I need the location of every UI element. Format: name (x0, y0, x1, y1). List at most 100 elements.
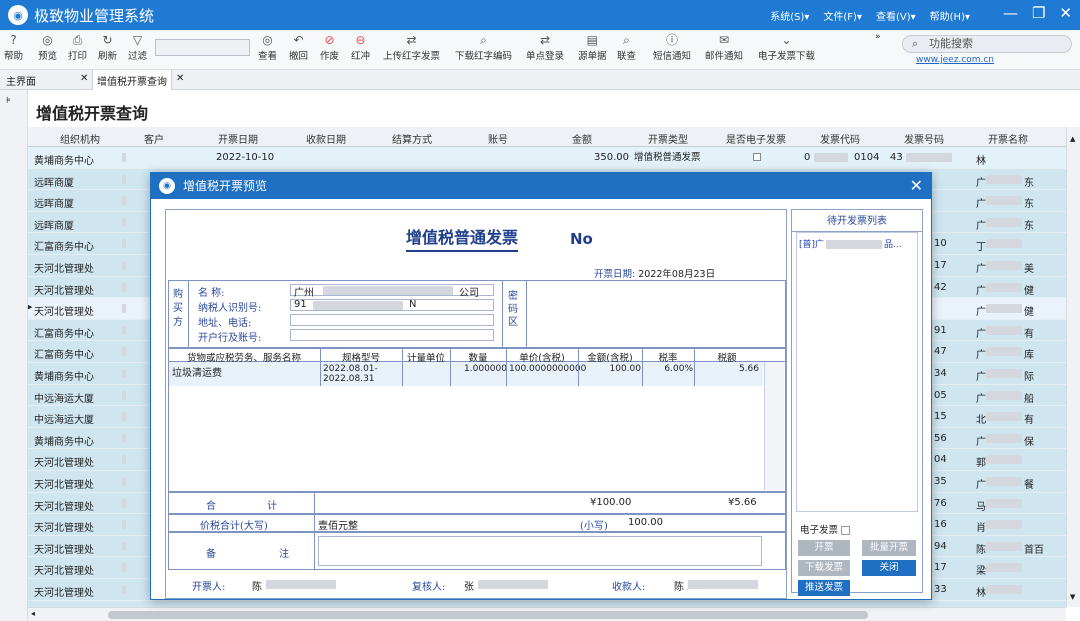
download-red-code-button[interactable]: ⌕ 下载红字编码 (455, 33, 512, 62)
item-name: 垃圾清运费 (172, 368, 222, 379)
scroll-thumb[interactable] (108, 611, 868, 619)
cell-invoice-number: 42 (934, 281, 947, 293)
e-invoice-download-button[interactable]: ⌄ 电子发票下载 (758, 33, 815, 62)
menu-view[interactable]: 查看(V)▾ (876, 8, 916, 23)
open-invoice-button[interactable]: 开票 (798, 540, 850, 556)
col-receipt-date[interactable]: 收款日期 (296, 131, 356, 146)
undo-icon: ↶ (293, 33, 304, 47)
tab-close-icon[interactable]: ✕ (80, 73, 88, 84)
chevron-down-icon: ⌄ (781, 33, 792, 47)
cell-name-suffix: 船 (1024, 393, 1034, 405)
table-row[interactable]: 黄埔商务中心 2022-10-10 350.00 增值税普通发票 0 0104 43 林 (28, 147, 1066, 169)
preview-button[interactable]: ◎ 预览 (38, 33, 57, 62)
menu-help[interactable]: 帮助(H)▾ (930, 8, 970, 23)
remark-label: 备 注 (206, 549, 320, 560)
pending-list: [普]广 品... (796, 232, 918, 512)
minimize-icon[interactable]: — (1003, 4, 1018, 22)
close-icon[interactable]: ✕ (910, 173, 923, 199)
col-invoice-date[interactable]: 开票日期 (208, 131, 268, 146)
withdraw-button[interactable]: ↶ 撤回 (289, 33, 308, 62)
col-settlement[interactable]: 结算方式 (382, 131, 442, 146)
overflow-icon[interactable]: » (875, 32, 881, 42)
quick-search-input[interactable] (155, 39, 250, 56)
col-amount[interactable]: 金额 (552, 131, 612, 146)
redacted (122, 433, 126, 443)
view-button[interactable]: ◎ 查看 (258, 33, 277, 62)
item-row[interactable]: 垃圾清运费 2022.08.01-2022.08.31 1.000000 100… (169, 362, 763, 386)
cell-name-prefix: 陈 (976, 544, 986, 556)
filter-button[interactable]: ▽ 过滤 (128, 33, 147, 62)
website-link[interactable]: www.jeez.com.cn (916, 55, 994, 65)
help-button[interactable]: ? 帮助 (4, 33, 23, 62)
redacted (986, 304, 1022, 314)
redacted (478, 580, 548, 589)
tab-vat-query[interactable]: 增值税开票查询 (92, 70, 172, 90)
push-invoice-button[interactable]: 推送发票 (798, 580, 850, 596)
scroll-up-icon[interactable]: ▲ (1070, 135, 1075, 143)
linked-query-button[interactable]: ⌕ 联查 (617, 33, 636, 62)
cell-org: 天河北管理处 (34, 307, 94, 319)
col-org[interactable]: 组织机构 (50, 131, 110, 146)
red-reverse-button[interactable]: ⊖ 红冲 (351, 33, 370, 62)
print-button[interactable]: ⎙ 打印 (68, 33, 87, 62)
tab-close-icon[interactable]: ✕ (176, 73, 184, 84)
void-button[interactable]: ⊘ 作废 (320, 33, 339, 62)
e-invoice-label: 电子发票 (800, 525, 839, 536)
source-doc-label: 源单据 (578, 51, 607, 62)
redacted (986, 541, 1022, 551)
restore-icon[interactable]: ❐ (1032, 4, 1045, 22)
vertical-scrollbar[interactable]: ▲ ▼ (1066, 127, 1080, 607)
cell-invoice-number: 47 (934, 346, 947, 358)
remark-field[interactable] (318, 536, 762, 566)
redacted (122, 325, 126, 335)
horizontal-scrollbar[interactable]: ◂ (28, 607, 1066, 621)
scroll-left-icon[interactable]: ◂ (31, 609, 35, 618)
col-customer[interactable]: 客户 (124, 131, 184, 146)
pending-list-item[interactable]: [普]广 品... (799, 237, 902, 250)
download-invoice-button[interactable]: 下载发票 (798, 560, 850, 576)
tab-main[interactable]: 主界面 (6, 73, 36, 88)
close-icon[interactable]: ✕ (1059, 4, 1072, 22)
col-account[interactable]: 账号 (468, 131, 528, 146)
item-price: 100.0000000000 (509, 364, 587, 374)
sms-notify-button[interactable]: ⓘ 短信通知 (653, 33, 691, 62)
col-invoice-number[interactable]: 发票号码 (894, 131, 954, 146)
upload-red-invoice-button[interactable]: ⇄ 上传红字发票 (383, 33, 440, 62)
col-is-electronic[interactable]: 是否电子发票 (720, 131, 792, 146)
mail-notify-button[interactable]: ✉ 邮件通知 (705, 33, 743, 62)
buyer-address-field[interactable] (290, 314, 494, 326)
menu-file[interactable]: 文件(F)▾ (823, 8, 862, 23)
invoice-no-label: No (570, 230, 593, 248)
sso-button[interactable]: ⇄ 单点登录 (526, 33, 564, 62)
col-invoice-type[interactable]: 开票类型 (638, 131, 698, 146)
buyer-bank-field[interactable] (290, 329, 494, 341)
refresh-button[interactable]: ↻ 刷新 (98, 33, 117, 62)
close-dialog-button[interactable]: 关闭 (862, 560, 916, 576)
items-scrollbar[interactable] (764, 362, 784, 490)
redacted (122, 369, 126, 378)
pin-icon[interactable]: ⊧ (6, 96, 11, 106)
feature-search-input[interactable]: ⌕ 功能搜索 (902, 35, 1072, 53)
menu-system[interactable]: 系统(S)▾ (770, 8, 809, 23)
view-label: 查看 (258, 51, 278, 62)
invoice-date: 开票日期: 2022年08月23日 (594, 266, 715, 280)
redacted (122, 239, 126, 249)
cell-electronic-checkbox[interactable] (753, 153, 761, 161)
search-icon: ⌕ (480, 33, 487, 47)
cell-name-prefix: 广 (976, 393, 986, 405)
cell-org: 黄埔商务中心 (34, 156, 94, 167)
col-invoice-code[interactable]: 发票代码 (810, 131, 870, 146)
col-invoice-name[interactable]: 开票名称 (978, 131, 1038, 146)
e-invoice-checkbox[interactable] (841, 526, 851, 535)
source-doc-button[interactable]: ▤ 源单据 (578, 33, 607, 62)
buyer-name-field[interactable]: 广州 公司 (290, 284, 494, 299)
redacted (986, 325, 1022, 335)
refresh-icon: ↻ (102, 33, 113, 47)
view-icon: ◎ (262, 33, 273, 47)
page-title: 增值税开票查询 (36, 104, 149, 123)
divider (642, 348, 643, 386)
scroll-down-icon[interactable]: ▼ (1070, 593, 1075, 601)
batch-invoice-button[interactable]: 批量开票 (862, 540, 916, 556)
buyer-taxid-field[interactable]: 91 N (290, 299, 494, 311)
redacted (986, 282, 1022, 292)
